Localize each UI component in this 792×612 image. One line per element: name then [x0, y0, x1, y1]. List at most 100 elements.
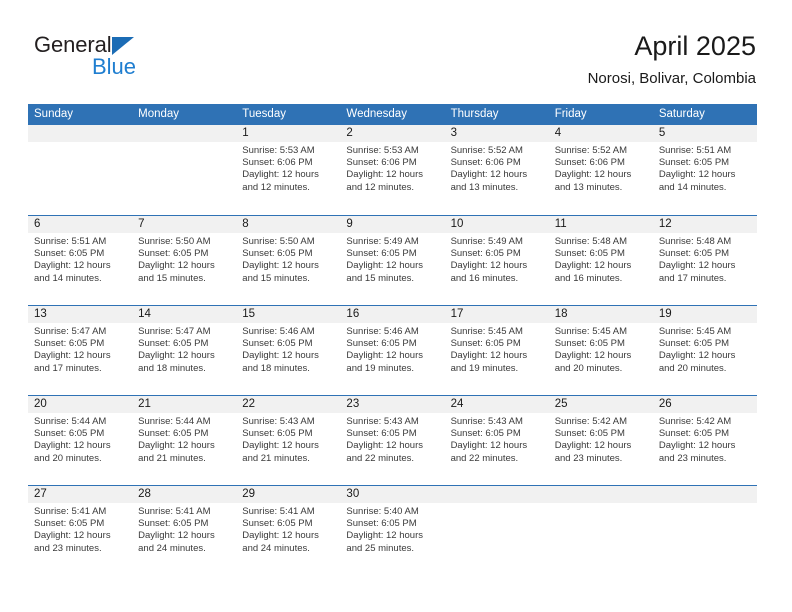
calendar-week-row: 1 Sunrise: 5:53 AM Sunset: 6:06 PM Daylight… [28, 125, 757, 215]
calendar-day-cell[interactable]: 23 Sunrise: 5:43 AM Sunset: 6:05 PM Dayligh… [340, 396, 444, 485]
calendar-day-cell[interactable]: 20 Sunrise: 5:44 AM Sunset: 6:05 PM Dayligh… [28, 396, 132, 485]
daylight-text-line1: Daylight: 12 hours [658, 260, 736, 272]
calendar-day-cell-empty [653, 486, 757, 575]
sunrise-text: Sunrise: 5:43 AM [242, 416, 315, 427]
brand-logo-top: General [34, 32, 254, 58]
day-number: 30 [346, 488, 360, 500]
sunrise-text: Sunrise: 5:42 AM [554, 416, 628, 427]
calendar-day-cell[interactable]: 16 Sunrise: 5:46 AM Sunset: 6:05 PM Dayligh… [340, 306, 444, 395]
calendar-day-cell[interactable]: 6 Sunrise: 5:51 AM Sunset: 6:05 PM Daylight… [28, 216, 132, 305]
calendar-day-cell[interactable]: 22 Sunrise: 5:43 AM Sunset: 6:05 PM Dayligh… [236, 396, 340, 485]
brand-logo[interactable]: General Blue [34, 32, 254, 82]
day-number: 29 [242, 488, 256, 500]
day-details: Sunrise: 5:43 AM Sunset: 6:05 PM Daylight:… [346, 416, 441, 465]
title-block: April 2025 Norosi, Bolivar, Colombia [588, 30, 756, 88]
daylight-text-line1: Daylight: 12 hours [138, 530, 215, 542]
daylight-text-line2: and 17 minutes. [658, 272, 727, 284]
day-details: Sunrise: 5:51 AM Sunset: 6:05 PM Daylight:… [34, 236, 129, 285]
day-number: 6 [34, 218, 41, 230]
sunrise-text: Sunrise: 5:52 AM [554, 145, 628, 156]
day-details: Sunrise: 5:50 AM Sunset: 6:05 PM Daylight:… [242, 236, 337, 285]
calendar-day-cell[interactable]: 12 Sunrise: 5:48 AM Sunset: 6:05 PM Dayligh… [653, 216, 757, 305]
calendar-day-cell[interactable]: 18 Sunrise: 5:45 AM Sunset: 6:05 PM Dayligh… [549, 306, 653, 395]
sunset-text: Sunset: 6:05 PM [658, 157, 730, 169]
calendar-day-cell[interactable]: 29 Sunrise: 5:41 AM Sunset: 6:05 PM Dayligh… [236, 486, 340, 575]
sunset-text: Sunset: 6:05 PM [138, 518, 209, 530]
calendar-day-cell[interactable]: 3 Sunrise: 5:52 AM Sunset: 6:06 PM Daylight… [445, 125, 549, 215]
daylight-text-line1: Daylight: 12 hours [554, 350, 632, 362]
calendar-day-cell[interactable]: 1 Sunrise: 5:53 AM Sunset: 6:06 PM Daylight… [236, 125, 340, 215]
day-details: Sunrise: 5:53 AM Sunset: 6:06 PM Daylight:… [242, 145, 337, 194]
sunrise-text: Sunrise: 5:49 AM [346, 236, 419, 247]
day-number: 3 [450, 127, 457, 139]
calendar-day-cell[interactable]: 15 Sunrise: 5:46 AM Sunset: 6:05 PM Dayligh… [236, 306, 340, 395]
calendar-day-cell[interactable]: 4 Sunrise: 5:52 AM Sunset: 6:06 PM Daylight… [549, 125, 653, 215]
calendar-day-cell[interactable]: 8 Sunrise: 5:50 AM Sunset: 6:05 PM Daylight… [236, 216, 340, 305]
sunset-text: Sunset: 6:05 PM [138, 338, 209, 350]
day-details: Sunrise: 5:41 AM Sunset: 6:05 PM Daylight:… [34, 506, 129, 555]
daylight-text-line1: Daylight: 12 hours [554, 169, 632, 181]
sunrise-text: Sunrise: 5:46 AM [242, 326, 315, 337]
day-details: Sunrise: 5:49 AM Sunset: 6:05 PM Daylight:… [451, 236, 546, 285]
day-number: 11 [554, 218, 567, 230]
daylight-text-line2: and 25 minutes. [346, 542, 415, 554]
day-number: 12 [658, 218, 672, 230]
day-number: 18 [554, 308, 568, 320]
weekday-header-row: Sunday Monday Tuesday Wednesday Thursday Frid… [28, 104, 757, 125]
daylight-text-line2: and 18 minutes. [242, 362, 310, 374]
day-number: 1 [242, 127, 249, 139]
day-details: Sunrise: 5:47 AM Sunset: 6:05 PM Daylight:… [138, 326, 233, 375]
sunset-text: Sunset: 6:05 PM [346, 338, 417, 350]
calendar-day-cell[interactable]: 30 Sunrise: 5:40 AM Sunset: 6:05 PM Dayligh… [340, 486, 444, 575]
calendar-day-cell[interactable]: 9 Sunrise: 5:49 AM Sunset: 6:05 PM Daylight… [340, 216, 444, 305]
calendar-weeks: 1 Sunrise: 5:53 AM Sunset: 6:06 PM Daylight… [28, 125, 757, 575]
calendar-day-cell[interactable]: 11 Sunrise: 5:48 AM Sunset: 6:05 PM Dayligh… [549, 216, 653, 305]
calendar-day-cell[interactable]: 13 Sunrise: 5:47 AM Sunset: 6:05 PM Dayligh… [28, 306, 132, 395]
daylight-text-line2: and 13 minutes. [554, 181, 623, 193]
calendar-day-cell[interactable]: 24 Sunrise: 5:43 AM Sunset: 6:05 PM Dayligh… [445, 396, 549, 485]
day-number: 8 [242, 218, 249, 230]
daylight-text-line2: and 17 minutes. [34, 362, 102, 374]
sunset-text: Sunset: 6:05 PM [554, 428, 625, 440]
sunrise-text: Sunrise: 5:45 AM [554, 326, 628, 337]
daylight-text-line1: Daylight: 12 hours [34, 350, 111, 362]
day-details: Sunrise: 5:52 AM Sunset: 6:06 PM Daylight:… [451, 145, 546, 194]
sunrise-text: Sunrise: 5:52 AM [450, 145, 523, 156]
calendar-day-cell[interactable]: 25 Sunrise: 5:42 AM Sunset: 6:05 PM Dayligh… [549, 396, 653, 485]
daylight-text-line2: and 22 minutes. [346, 452, 415, 464]
calendar-day-cell[interactable]: 19 Sunrise: 5:45 AM Sunset: 6:05 PM Dayligh… [653, 306, 757, 395]
weekday-header-thursday: Thursday [450, 108, 499, 120]
calendar-day-cell[interactable]: 26 Sunrise: 5:42 AM Sunset: 6:05 PM Dayligh… [653, 396, 757, 485]
day-number: 15 [242, 308, 256, 320]
sunrise-text: Sunrise: 5:48 AM [554, 236, 628, 247]
daylight-text-line1: Daylight: 12 hours [138, 440, 215, 452]
day-details: Sunrise: 5:45 AM Sunset: 6:05 PM Daylight:… [451, 326, 546, 375]
sunset-text: Sunset: 6:05 PM [34, 518, 105, 530]
calendar-day-cell[interactable]: 28 Sunrise: 5:41 AM Sunset: 6:05 PM Dayligh… [132, 486, 236, 575]
sunset-text: Sunset: 6:05 PM [34, 428, 105, 440]
day-details: Sunrise: 5:45 AM Sunset: 6:05 PM Daylight:… [555, 326, 650, 375]
calendar-day-cell[interactable]: 17 Sunrise: 5:45 AM Sunset: 6:05 PM Dayligh… [445, 306, 549, 395]
sunrise-text: Sunrise: 5:45 AM [658, 326, 732, 337]
sunset-text: Sunset: 6:05 PM [450, 248, 521, 260]
calendar-week-row: 6 Sunrise: 5:51 AM Sunset: 6:05 PM Daylight… [28, 215, 757, 305]
calendar-day-cell[interactable]: 7 Sunrise: 5:50 AM Sunset: 6:05 PM Daylight… [132, 216, 236, 305]
sunset-text: Sunset: 6:05 PM [658, 428, 730, 440]
day-number: 25 [554, 398, 568, 410]
daylight-text-line1: Daylight: 12 hours [34, 260, 111, 272]
sunrise-text: Sunrise: 5:47 AM [34, 326, 107, 337]
calendar-day-cell[interactable]: 21 Sunrise: 5:44 AM Sunset: 6:05 PM Dayligh… [132, 396, 236, 485]
day-number: 10 [450, 218, 464, 230]
sunset-text: Sunset: 6:05 PM [242, 428, 313, 440]
daylight-text-line2: and 20 minutes. [554, 362, 623, 374]
sunset-text: Sunset: 6:05 PM [242, 338, 313, 350]
sunrise-text: Sunrise: 5:44 AM [34, 416, 107, 427]
calendar-day-cell[interactable]: 10 Sunrise: 5:49 AM Sunset: 6:05 PM Dayligh… [445, 216, 549, 305]
calendar-day-cell[interactable]: 27 Sunrise: 5:41 AM Sunset: 6:05 PM Dayligh… [28, 486, 132, 575]
day-number: 26 [658, 398, 672, 410]
sunset-text: Sunset: 6:05 PM [346, 428, 417, 440]
calendar-day-cell[interactable]: 5 Sunrise: 5:51 AM Sunset: 6:05 PM Daylight… [653, 125, 757, 215]
calendar-day-cell[interactable]: 2 Sunrise: 5:53 AM Sunset: 6:06 PM Daylight… [340, 125, 444, 215]
calendar-day-cell[interactable]: 14 Sunrise: 5:47 AM Sunset: 6:05 PM Dayligh… [132, 306, 236, 395]
day-number: 24 [450, 398, 464, 410]
